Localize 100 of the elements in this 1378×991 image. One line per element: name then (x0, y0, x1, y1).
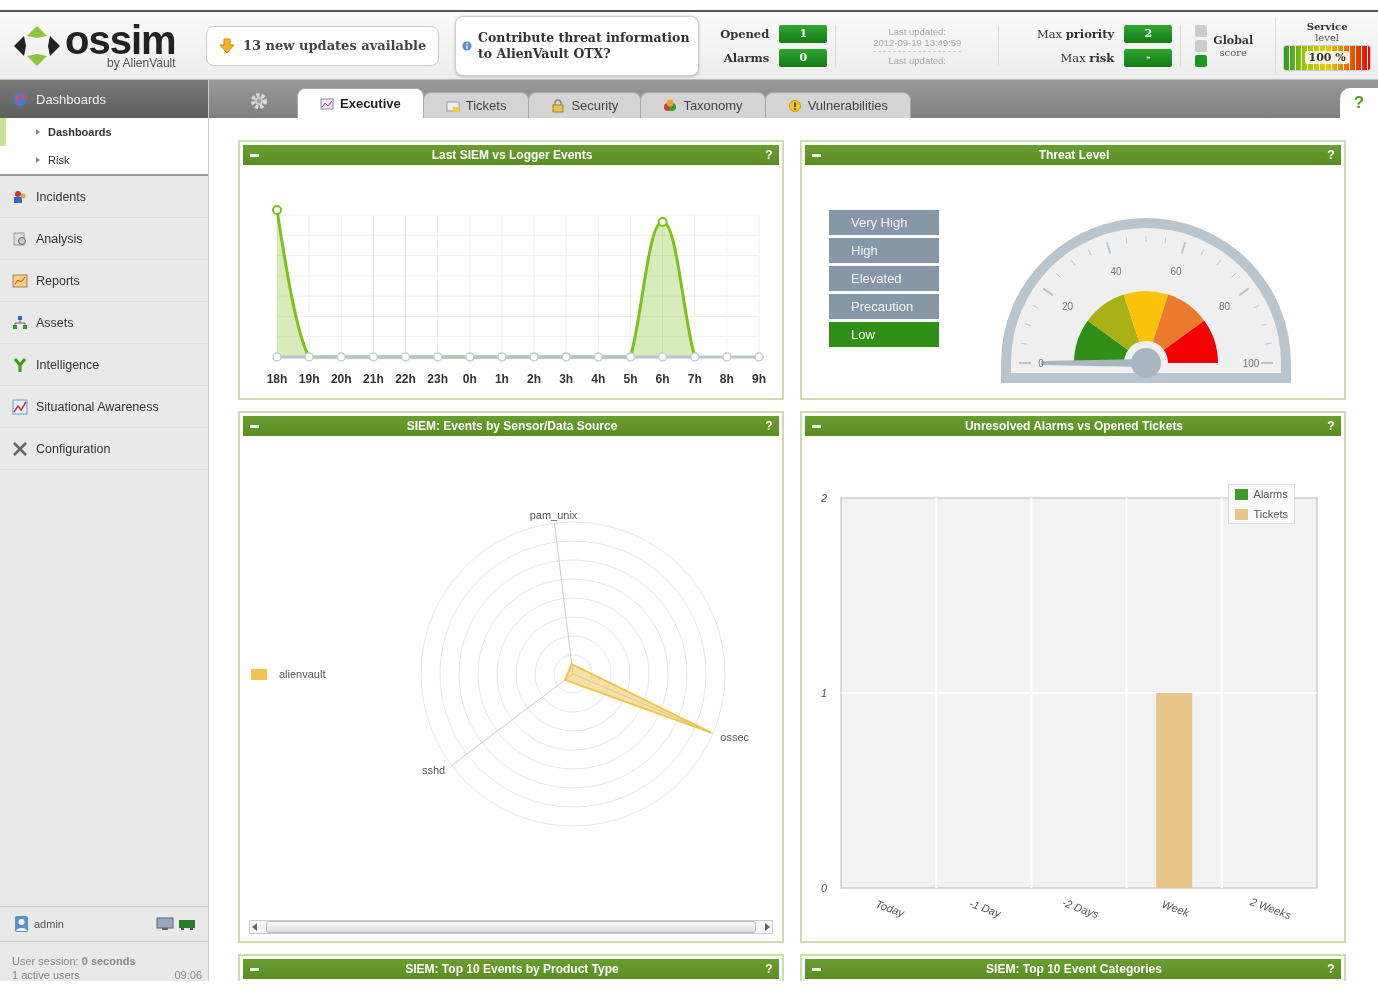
metric-value: 2 (1124, 24, 1173, 43)
session-time: 09:06 (174, 969, 202, 981)
legend-label: alienvault (279, 668, 326, 680)
sidebar-section-header[interactable]: Dashboards (0, 80, 208, 118)
gauge-tick-label: 60 (1170, 265, 1182, 277)
threat-level-option: Low (829, 322, 939, 347)
sidebar-menu-item[interactable]: Incidents (0, 176, 208, 218)
people-icon (12, 188, 28, 205)
circles-icon (663, 98, 678, 113)
diamond-logo-icon (12, 23, 62, 68)
updates-button[interactable]: 13 new updates available (206, 25, 440, 66)
globe-icon (12, 91, 28, 107)
horizontal-scrollbar[interactable] (249, 920, 773, 934)
logo-byline: by AlienVault (107, 55, 176, 70)
tools-icon (12, 440, 28, 457)
axis-label: 6h (655, 372, 670, 386)
counter-value: 1 (779, 24, 828, 43)
gauge-tick-label: 100 (1242, 358, 1260, 369)
sidebar-menu-item[interactable]: Assets (0, 302, 208, 344)
sidebar-menu-item[interactable]: Reports (0, 260, 208, 302)
sidebar-menu-item[interactable]: Analysis (0, 218, 208, 260)
panel-title: Last SIEM vs Logger Events (430, 148, 594, 162)
tab[interactable]: Taxonomy (640, 92, 766, 118)
y-axis-label: 1 (820, 687, 827, 699)
panel-title: SIEM: Top 10 Event Categories (985, 962, 1163, 976)
active-users-text: 1 active users (12, 969, 81, 981)
tab[interactable]: Vulnerabilities (764, 92, 912, 118)
sidebar-menu-item[interactable]: Configuration (0, 428, 208, 470)
axis-label: 9h (752, 372, 766, 386)
tab[interactable]: Executive (297, 88, 424, 118)
axis-label: 2h (527, 372, 542, 386)
axis-label: 19h (298, 372, 320, 386)
panel-title: Unresolved Alarms vs Opened Tickets (963, 419, 1185, 433)
axis-label: 1h (494, 372, 509, 386)
down-arrow-icon (219, 37, 235, 54)
counter-label: Alarms (723, 50, 770, 65)
last-updated-text: Last updated: (888, 54, 946, 66)
y-axis-label: 2 (820, 492, 827, 504)
sidebar-menu-item[interactable]: Intelligence (0, 344, 208, 386)
x-axis-label: Week (1160, 897, 1191, 919)
report-icon (12, 272, 28, 289)
axis-label: 3h (559, 372, 574, 386)
legend-swatch (251, 668, 267, 680)
metric-label: Max priority (1036, 26, 1115, 41)
global-score-label: score (1219, 46, 1247, 58)
panel-title: SIEM: Top 10 Events by Product Type (404, 962, 620, 976)
radar-axis-label: pam_unix (529, 509, 578, 522)
axis-label: 7h (687, 372, 702, 386)
x-axis-label: -1 Day (967, 897, 1003, 920)
radar-axis-label: sshd (421, 764, 446, 777)
axis-label: 0h (462, 372, 477, 386)
gauge-hub (1131, 348, 1161, 378)
chart-icon (320, 96, 334, 111)
axis-label: 5h (623, 372, 638, 386)
tab[interactable]: Tickets (422, 92, 530, 118)
otx-prompt-text: Contribute threat information to AlienVault OTX? (478, 29, 691, 62)
axis-label: 21h (363, 372, 384, 386)
sidebar-menu-item[interactable]: Situational Awareness (0, 386, 208, 428)
panel-title: Threat Level (1037, 148, 1111, 162)
sidebar-section-label: Dashboards (36, 91, 107, 107)
user-name: admin (34, 918, 65, 930)
y-axis-label: 0 (820, 882, 827, 894)
data-point (657, 217, 668, 227)
warning-icon (787, 98, 802, 113)
threat-level-option: High (829, 238, 939, 263)
threat-level-option: Very High (829, 210, 939, 235)
service-level-label: Service (1306, 20, 1348, 32)
axis-label: 22h (395, 372, 416, 386)
scrollbar-thumb[interactable] (266, 921, 756, 933)
last-updated-text: Last updated: (888, 25, 946, 37)
triangle-icon (36, 129, 40, 135)
monitor-icon (156, 917, 174, 931)
axis-label: 20h (330, 372, 352, 386)
magnifier-icon (12, 230, 28, 247)
service-level-value: 100 % (1305, 51, 1349, 64)
gauge-tick-label: 20 (1061, 301, 1074, 312)
left-arrow-icon (252, 923, 258, 931)
axis-label: 4h (591, 372, 606, 386)
x-axis-label: Today (874, 897, 906, 919)
service-level-label: level (1315, 31, 1340, 43)
triangle-icon (36, 157, 40, 163)
x-axis-label: -2 Days (1060, 896, 1101, 921)
network-card-icon (178, 917, 196, 931)
gauge-tick-label: 0 (1038, 358, 1044, 369)
ticket-icon (445, 98, 460, 113)
logo-wordmark: ossim (65, 21, 176, 58)
legend-label: Tickets (1253, 508, 1288, 520)
panel-title: SIEM: Events by Sensor/Data Source (405, 419, 619, 433)
gauge-tick-label: 80 (1218, 301, 1231, 312)
padlock-icon (551, 98, 566, 113)
fork-icon (12, 356, 28, 373)
global-score-label: Global (1213, 33, 1254, 47)
settings-icon[interactable] (249, 91, 269, 111)
tab[interactable]: Security (528, 92, 642, 118)
x-axis-label: 2 Weeks (1248, 895, 1293, 922)
otx-popup[interactable]: Contribute threat information to AlienVault OTX? (455, 15, 700, 76)
last-updated-text: 2012-09-19 13:49:59 (873, 36, 962, 52)
data-point (272, 205, 282, 215)
metric-label: Max risk (1060, 50, 1115, 65)
sidebar-subitem[interactable]: Risk (0, 146, 208, 174)
